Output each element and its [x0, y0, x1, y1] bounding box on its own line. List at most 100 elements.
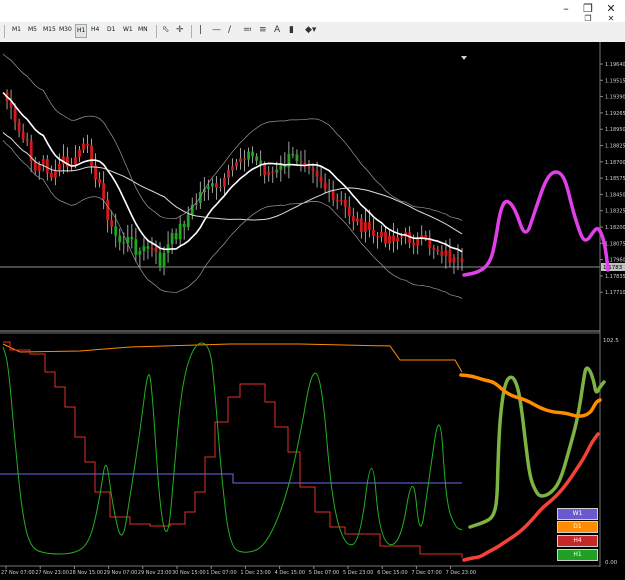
candle-body: [363, 222, 367, 232]
time-label: 30 Nov 15:00: [172, 570, 206, 576]
timeframe-m1[interactable]: M1: [12, 26, 21, 33]
candle-body: [21, 131, 25, 140]
price-label: 1.18075: [605, 241, 625, 247]
candle-body: [25, 139, 29, 141]
shapes-icon[interactable]: ◆▾: [305, 25, 316, 35]
candle-body: [343, 199, 347, 207]
candle-body: [17, 122, 21, 132]
candle-body: [255, 156, 259, 161]
price-label: 1.18700: [605, 160, 625, 166]
candle-body: [436, 249, 440, 252]
time-label: 5 Dec 07:00: [309, 570, 339, 576]
candle-body: [424, 234, 428, 239]
price-label: 1.18200: [605, 225, 625, 231]
candle-body: [263, 164, 267, 176]
minimize-icon[interactable]: –: [555, 0, 577, 16]
candle-body: [90, 145, 93, 166]
toolbar-separator: [191, 25, 192, 38]
timeframe-m5[interactable]: M5: [28, 26, 37, 33]
candle-body: [219, 186, 222, 189]
indicator-scale-top: 102.5: [603, 338, 619, 344]
candle-body: [452, 257, 456, 263]
candle-body: [247, 151, 251, 160]
candle-body: [271, 171, 275, 174]
candle-body: [146, 246, 150, 249]
candle-body: [37, 164, 41, 171]
label-icon[interactable]: ▮: [289, 25, 294, 35]
candle-body: [78, 149, 81, 157]
candle-body: [456, 257, 460, 259]
cursor-icon[interactable]: ⬁: [162, 25, 170, 35]
candle-body: [295, 154, 299, 162]
candle-body: [41, 159, 45, 165]
timeframe-m15[interactable]: M15: [43, 26, 56, 33]
price-label: 1.19390: [605, 95, 625, 101]
candle-body: [118, 235, 122, 243]
candle-body: [49, 172, 53, 178]
candle-body: [347, 206, 351, 217]
time-label: 29 Nov 23:00: [138, 570, 172, 576]
candle-body: [335, 199, 339, 202]
candle-body: [170, 233, 174, 245]
candle-body: [110, 220, 114, 227]
candle-body: [227, 170, 230, 178]
candle-body: [106, 199, 110, 221]
time-label: 29 Nov 07:00: [104, 570, 138, 576]
candle-body: [299, 161, 303, 163]
candle-body: [122, 242, 126, 244]
time-label: 27 Nov 23:00: [35, 570, 69, 576]
timeframe-w1[interactable]: W1: [123, 26, 133, 33]
candle-body: [319, 176, 323, 183]
candle-body: [372, 229, 375, 236]
legend-h4: H4: [557, 535, 598, 547]
timeframe-m30[interactable]: M30: [59, 26, 72, 33]
time-label: 1 Dec 23:00: [240, 570, 270, 576]
candle-body: [396, 237, 399, 242]
time-label: 27 Nov 07:00: [1, 570, 35, 576]
price-label: 1.18325: [605, 209, 625, 215]
candle-body: [174, 233, 178, 240]
timeframe-mn[interactable]: MN: [138, 26, 148, 33]
candle-body: [98, 179, 102, 184]
candle-body: [412, 242, 416, 246]
candle-body: [444, 250, 448, 257]
candle-body: [392, 235, 395, 242]
candle-body: [460, 258, 464, 263]
candle-body: [355, 218, 359, 222]
time-label: 7 Dec 07:00: [411, 570, 441, 576]
candle-body: [432, 247, 436, 250]
legend-d1: D1: [557, 521, 598, 533]
time-label: 5 Dec 23:00: [343, 570, 373, 576]
candle-body: [420, 234, 424, 238]
candle-body: [339, 199, 343, 202]
timeframe-h4[interactable]: H4: [91, 26, 99, 33]
price-label: 1.18950: [605, 127, 625, 133]
crosshair-icon[interactable]: ✛: [176, 25, 184, 35]
trendline-icon[interactable]: ∕: [228, 25, 231, 35]
timeframe-d1[interactable]: D1: [107, 26, 115, 33]
horizontal-line-icon[interactable]: —: [212, 25, 221, 35]
text-label-icon[interactable]: A: [274, 25, 280, 35]
candle-body: [231, 166, 234, 171]
indicator-scale-bottom: 0.00: [605, 560, 618, 566]
channel-icon[interactable]: ≕: [243, 25, 252, 35]
vertical-line-icon[interactable]: |: [199, 25, 202, 35]
candle-body: [138, 251, 142, 255]
candle-body: [239, 158, 242, 163]
chart-canvas[interactable]: 1.19640 1.19515 1.19390 1.19265 1.18950 1.188…: [0, 42, 625, 580]
candle-body: [74, 156, 77, 165]
toolbar-grip: [4, 25, 5, 38]
candle-body: [267, 171, 271, 176]
candle-body: [251, 151, 255, 157]
candle-body: [388, 235, 391, 244]
timeframe-h1[interactable]: H1: [75, 24, 88, 38]
candle-body: [102, 183, 106, 200]
fibonacci-icon[interactable]: ≡: [259, 25, 267, 35]
candle-body: [376, 235, 379, 238]
legend-h1: H1: [557, 549, 598, 561]
price-label: 1.17835: [605, 274, 625, 280]
price-label: 1.18450: [605, 192, 625, 198]
candle-body: [380, 231, 383, 237]
candle-body: [130, 236, 134, 240]
timeframe-toolbar: M1 M5 M15 M30 H1 H4 D1 W1 MN ⬁ ✛ | — ∕ ≕…: [0, 22, 625, 43]
